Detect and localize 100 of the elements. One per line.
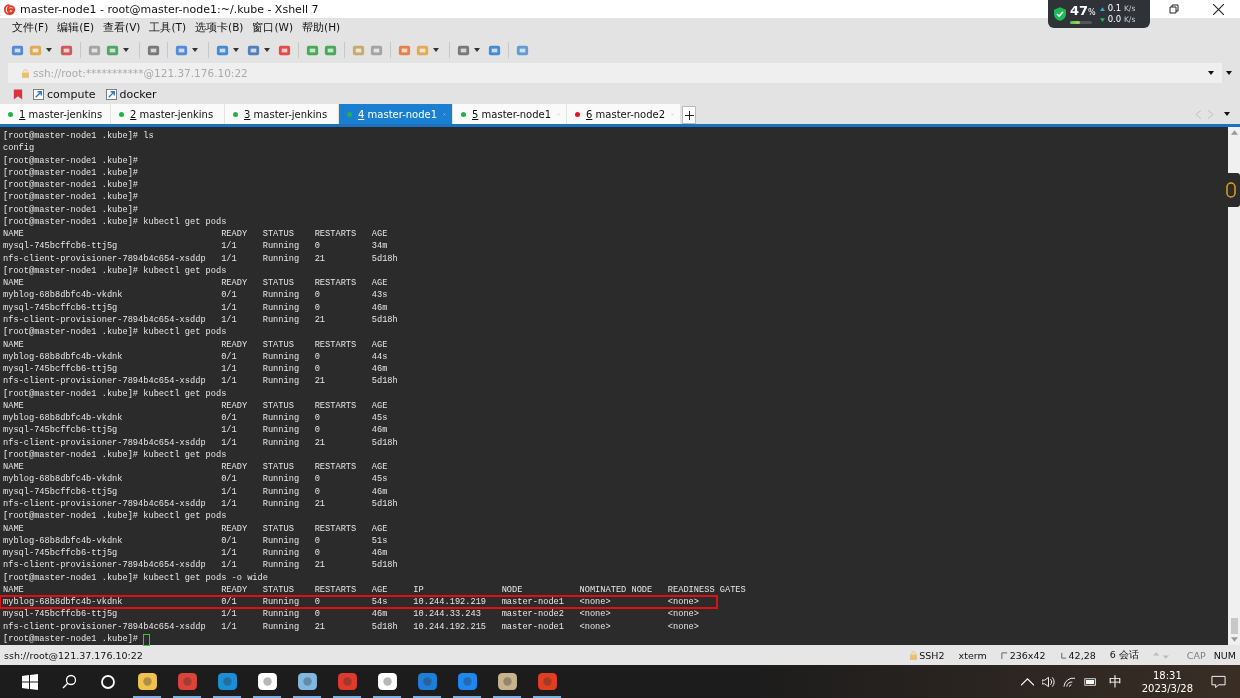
menu-item[interactable]: 选项卡(B) (195, 21, 244, 35)
terminal-line: [root@master-node1 .kube]# kubectl get pods (3, 448, 228, 462)
menu-item[interactable]: 编辑(E) (57, 21, 95, 35)
clock[interactable]: 18:31 2023/3/28 (1141, 668, 1193, 695)
table-cell-text: <none> (579, 608, 612, 621)
table-cell-text: Running (262, 412, 301, 425)
caret-icon[interactable] (433, 48, 439, 52)
table-cell-text: 0 (314, 289, 321, 302)
column-header: STATUS (262, 522, 295, 535)
column-header: NAME (3, 461, 25, 474)
terminal-line: [root@master-node1 .kube]# kubectl get pods (3, 326, 228, 339)
caret-icon[interactable] (1208, 71, 1214, 75)
menu-item[interactable]: 查看(V) (103, 21, 141, 35)
caret-icon[interactable] (1226, 71, 1232, 75)
caret-icon[interactable] (46, 48, 52, 52)
table-cell-text: 0/1 (221, 596, 238, 609)
scroll-up-icon[interactable] (1230, 130, 1238, 135)
shortcut-icon (105, 88, 117, 100)
download-arrow-icon (1099, 17, 1105, 22)
notification-icon[interactable] (1211, 674, 1226, 689)
size-icon (1000, 650, 1008, 660)
caret-icon[interactable] (474, 48, 480, 52)
quick-command-link[interactable]: compute (33, 87, 96, 101)
task-view-icon[interactable] (100, 673, 116, 690)
caret-icon[interactable] (1224, 112, 1230, 116)
caret-icon[interactable] (192, 48, 198, 52)
caret-icon[interactable] (233, 48, 239, 52)
start-icon[interactable] (22, 673, 38, 690)
menu-item[interactable]: 文件(F) (12, 21, 49, 35)
table-cell-text: master-node1 (501, 620, 565, 633)
column-header: NAME (3, 522, 25, 535)
bookmark-icon[interactable] (13, 88, 23, 100)
menu-item[interactable]: 帮助(H) (302, 21, 341, 35)
table-cell-text: 21 (314, 620, 327, 633)
table-cell-text: 1/1 (221, 620, 238, 633)
column-header: STATUS (262, 228, 295, 241)
speaker-icon[interactable] (1041, 675, 1055, 688)
table-cell-text: myblog-68b8dbfc4b-vkdnk (3, 596, 124, 609)
scroll-down-icon[interactable] (1230, 637, 1238, 642)
table-cell-text: 1/1 (221, 301, 238, 314)
wifi-icon[interactable] (1062, 675, 1076, 688)
table-cell-text: 0 (314, 473, 321, 486)
terminal-line: [root@master-node1 .kube]# kubectl get pods -o wide (3, 571, 269, 584)
table-cell-text: master-node2 (501, 608, 565, 621)
table-cell-text: mysql-745bcffcb6-ttj5g (3, 608, 119, 621)
plus-icon (684, 110, 694, 120)
cursor-position: 42,28 (1068, 649, 1096, 661)
session-tab[interactable]: 6 master-node2 (567, 104, 680, 124)
session-tab[interactable]: 3 master-jenkins (225, 104, 338, 124)
terminal-line: [root@master-node1 .kube]# (3, 632, 139, 646)
table-cell-text: 0 (314, 596, 321, 609)
table-cell-text: 1/1 (221, 497, 238, 511)
table-cell: 5d18h (371, 375, 398, 388)
table-cell-text: 45s (371, 412, 389, 425)
input-method-indicator[interactable]: 中 (1108, 672, 1122, 691)
chevron-up-icon[interactable] (1020, 675, 1034, 688)
table-cell-text: mysql-745bcffcb6-ttj5g (3, 240, 119, 253)
session-tab[interactable]: 5 master-node1 (453, 104, 566, 124)
column-header: READY (221, 522, 249, 535)
table-cell: 5d18h (371, 314, 398, 327)
terminal-line: [root@master-node1 .kube]# kubectl get pods (3, 510, 228, 523)
table-cell-text: mysql-745bcffcb6-ttj5g (3, 301, 119, 314)
scrollbar[interactable] (1228, 127, 1240, 645)
table-cell-text: Running (262, 301, 301, 314)
table-cell-text: <none> (667, 620, 700, 633)
menu-item[interactable]: 窗口(W) (252, 21, 294, 35)
quick-command-link[interactable]: docker (105, 87, 157, 101)
table-cell-text: 0/1 (221, 350, 238, 364)
column-header: STATUS (262, 461, 295, 474)
table-cell-text: Running (262, 559, 301, 572)
app-logo-icon (3, 2, 16, 16)
table-cell-text: 1/1 (221, 375, 238, 388)
table-cell-text: 46m (371, 547, 389, 560)
session-tab[interactable]: 1 master-jenkins (0, 104, 110, 124)
terminal-size: 236x42 (1009, 649, 1046, 661)
session-tab[interactable]: 2 master-jenkins (111, 104, 224, 124)
caret-icon[interactable] (123, 48, 129, 52)
table-cell-text: Running (262, 314, 301, 327)
restore-icon (1169, 4, 1179, 14)
column-header: RESTARTS (314, 277, 358, 290)
menu-item[interactable]: 工具(T) (149, 21, 187, 35)
table-cell-text: mysql-745bcffcb6-ttj5g (3, 424, 119, 437)
column-header: RESTARTS (314, 461, 358, 474)
table-cell-text: <none> (579, 620, 612, 633)
session-tab[interactable]: 4 master-node1 (339, 104, 452, 124)
table-cell-text: 46m (371, 424, 389, 437)
table-cell-text: nfs-client-provisioner-7894b4c654-xsddp (3, 436, 207, 449)
column-header: AGE (371, 399, 389, 413)
table-cell-text: 0/1 (221, 289, 238, 302)
terminal-line: [root@master-node1 .kube]# (3, 154, 140, 167)
scroll-thumb[interactable] (1230, 618, 1238, 634)
add-tab-button[interactable] (682, 106, 696, 124)
table-cell-text: 1/1 (221, 424, 238, 437)
table-cell-text: 1/1 (221, 436, 238, 449)
column-header: NOMINATED NODE (579, 583, 654, 597)
column-header: NAME (3, 583, 25, 597)
caret-icon[interactable] (264, 48, 270, 52)
table-cell-text: <none> (579, 596, 612, 609)
battery-icon[interactable] (1083, 675, 1097, 688)
table-cell-text: 21 (314, 436, 327, 449)
